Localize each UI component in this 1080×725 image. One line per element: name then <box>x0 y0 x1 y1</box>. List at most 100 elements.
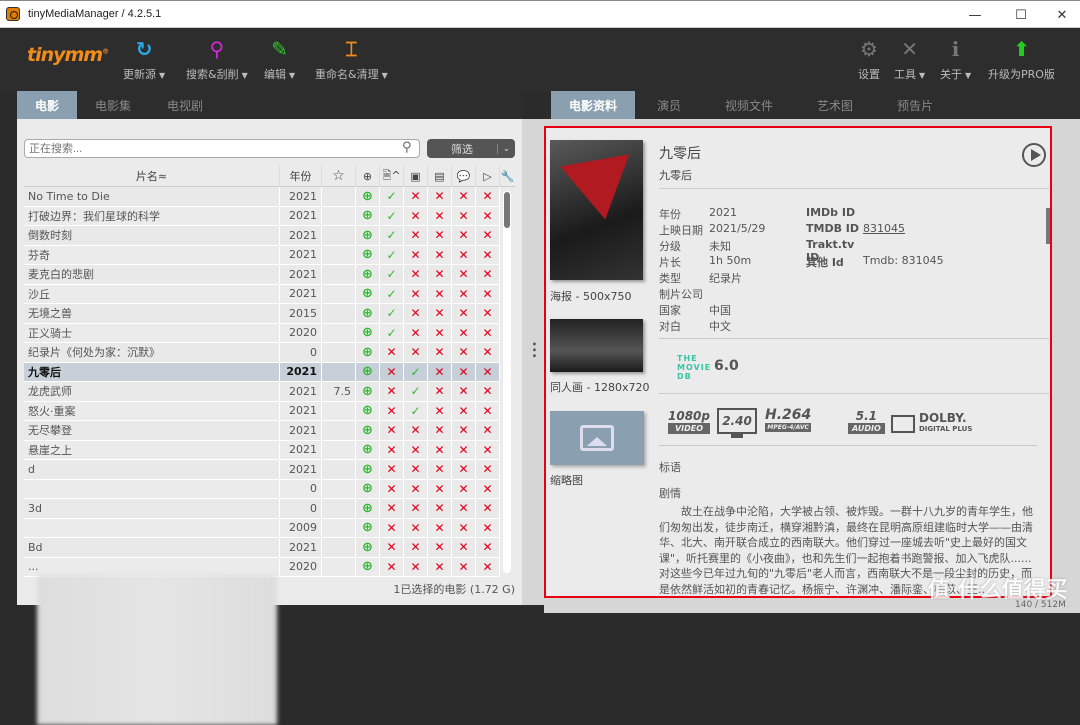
cross-icon: ✕ <box>476 284 500 303</box>
thumb-placeholder[interactable] <box>550 411 644 465</box>
cross-icon: ✕ <box>428 226 452 245</box>
table-row[interactable]: 悬崖之上 2021 ⊕ ✕ ✕ ✕ ✕ ✕ <box>24 440 500 460</box>
rating-cell <box>322 538 356 557</box>
cross-icon: ✕ <box>452 245 476 264</box>
about-button[interactable]: i 关于 ▼ <box>940 36 971 82</box>
settings-button[interactable]: ⚙ 设置 <box>858 36 880 82</box>
cross-icon: ✕ <box>452 538 476 557</box>
cross-icon: ✕ <box>452 382 476 401</box>
rating-cell <box>322 557 356 576</box>
field-value: 纪录片 <box>709 272 742 285</box>
rating-cell <box>322 440 356 459</box>
movie-title-cell: 悬崖之上 <box>24 440 280 459</box>
search-scrape-button[interactable]: ⚲ 搜索&刮削 ▼ <box>186 36 248 82</box>
detail-scrollbar[interactable] <box>1046 208 1050 244</box>
column-images-icon[interactable]: ▣ <box>404 165 428 187</box>
tab-artwork[interactable]: 艺术图 <box>795 91 875 119</box>
tab-cast[interactable]: 演员 <box>635 91 703 119</box>
maximize-button[interactable]: ☐ <box>998 1 1044 29</box>
table-row[interactable]: Bd 2021 ⊕ ✕ ✕ ✕ ✕ ✕ <box>24 538 500 558</box>
rating-cell <box>322 323 356 342</box>
play-icon[interactable] <box>1022 143 1046 167</box>
cross-icon: ✕ <box>404 206 428 225</box>
rating-value: 6.0 <box>714 358 739 374</box>
column-settings-wrench-icon[interactable]: 🔧 <box>500 165 515 187</box>
table-row[interactable]: 正义骑士 2020 ⊕ ✓ ✕ ✕ ✕ ✕ <box>24 323 500 343</box>
fanart-image[interactable] <box>550 319 643 372</box>
detail-field: 片长 1h 50m <box>659 254 751 270</box>
check-icon: ✓ <box>380 245 404 264</box>
table-row[interactable]: No Time to Die 2021 ⊕ ✓ ✕ ✕ ✕ ✕ <box>24 187 500 207</box>
rating-cell <box>322 206 356 225</box>
divider <box>659 445 1037 446</box>
movie-title-cell: 龙虎武师 <box>24 382 280 401</box>
tab-movies[interactable]: 电影 <box>17 91 78 126</box>
table-row[interactable]: 无境之兽 2015 ⊕ ✓ ✕ ✕ ✕ ✕ <box>24 304 500 324</box>
cross-icon: ✕ <box>404 538 428 557</box>
field-label: 国家 <box>659 304 681 317</box>
cross-icon: ✕ <box>404 343 428 362</box>
poster-caption: 海报 - 500x750 <box>550 290 632 303</box>
table-row[interactable]: 纪录片《何处为家：沉默》 0 ⊕ ✕ ✕ ✕ ✕ ✕ <box>24 343 500 363</box>
update-sources-button[interactable]: ↻ 更新源 ▼ <box>123 36 165 82</box>
video-codec-badge: H.264 MPEG-4/AVC <box>765 407 812 432</box>
cross-icon: ✕ <box>380 460 404 479</box>
cross-icon: ✕ <box>404 460 428 479</box>
search-icon[interactable]: ⚲ <box>402 140 412 155</box>
close-button[interactable]: ✕ <box>1044 1 1080 29</box>
table-row[interactable]: 沙丘 2021 ⊕ ✓ ✕ ✕ ✕ ✕ <box>24 284 500 304</box>
table-row[interactable]: 芬奇 2021 ⊕ ✓ ✕ ✕ ✕ ✕ <box>24 245 500 265</box>
year-cell: 2021 <box>280 206 322 225</box>
chevron-down-icon: ▼ <box>241 71 248 80</box>
tab-media-files[interactable]: 视频文件 <box>703 91 795 119</box>
table-row[interactable]: 打破边界：我们星球的科学 2021 ⊕ ✓ ✕ ✕ ✕ ✕ <box>24 206 500 226</box>
column-title[interactable]: 片名≈ <box>24 165 280 187</box>
column-nfo-icon[interactable]: 🗎^ <box>380 165 404 187</box>
upgrade-pro-button[interactable]: ⬆ 升级为PRO版 <box>988 36 1055 82</box>
chevron-down-icon[interactable]: ⌄ <box>497 143 515 154</box>
poster-image[interactable] <box>550 140 643 280</box>
tab-trailers[interactable]: 预告片 <box>875 91 955 119</box>
table-row[interactable]: 麦克白的悲剧 2021 ⊕ ✓ ✕ ✕ ✕ ✕ <box>24 265 500 285</box>
tab-tv-shows[interactable]: 电视剧 <box>149 91 221 119</box>
year-cell: 2021 <box>280 265 322 284</box>
check-icon: ✓ <box>404 382 428 401</box>
pane-splitter[interactable]: ••• <box>522 119 544 605</box>
rename-cleanup-button[interactable]: ⌶ 重命名&清理 ▼ <box>315 36 388 82</box>
table-row[interactable]: 九零后 2021 ⊕ ✕ ✓ ✕ ✕ ✕ <box>24 362 500 382</box>
table-row[interactable]: 无尽攀登 2021 ⊕ ✕ ✕ ✕ ✕ ✕ <box>24 421 500 441</box>
tmdb-id-link[interactable]: 831045 <box>863 222 905 235</box>
minimize-button[interactable]: — <box>952 1 998 29</box>
tab-movie-sets[interactable]: 电影集 <box>77 91 149 119</box>
table-row[interactable]: 3d 0 ⊕ ✕ ✕ ✕ ✕ ✕ <box>24 499 500 519</box>
tools-button[interactable]: ✕ 工具 ▼ <box>894 36 925 82</box>
cross-icon: ✕ <box>452 401 476 420</box>
column-trailer-film-icon[interactable]: ▤ <box>428 165 452 187</box>
refresh-icon: ↻ <box>135 37 153 61</box>
column-year[interactable]: 年份 <box>280 165 322 187</box>
movie-title-cell: 九零后 <box>24 362 280 381</box>
edit-button[interactable]: ✎ 编辑 ▼ <box>264 36 295 82</box>
table-row[interactable]: 倒数时刻 2021 ⊕ ✓ ✕ ✕ ✕ ✕ <box>24 226 500 246</box>
filter-button[interactable]: 筛选 ⌄ <box>427 139 515 158</box>
field-value: 中国 <box>709 304 731 317</box>
tab-movie-details[interactable]: 电影资料 <box>551 91 636 126</box>
column-new-icon[interactable]: ⊕ <box>356 165 380 187</box>
table-row[interactable]: 2009 ⊕ ✕ ✕ ✕ ✕ ✕ <box>24 518 500 538</box>
movie-title-cell: Bd <box>24 538 280 557</box>
table-row[interactable]: 0 ⊕ ✕ ✕ ✕ ✕ ✕ <box>24 479 500 499</box>
cross-icon: ✕ <box>476 460 500 479</box>
cross-icon: ✕ <box>476 518 500 537</box>
scrollbar-thumb[interactable] <box>504 192 510 228</box>
table-row[interactable]: d 2021 ⊕ ✕ ✕ ✕ ✕ ✕ <box>24 460 500 480</box>
rating-cell <box>322 187 356 206</box>
cross-icon: ✕ <box>452 499 476 518</box>
column-watched-play-icon[interactable]: ▷ <box>476 165 500 187</box>
vertical-scrollbar[interactable] <box>503 191 511 573</box>
table-row[interactable]: 龙虎武师 2021 7.5 ⊕ ✕ ✓ ✕ ✕ ✕ <box>24 382 500 402</box>
table-row[interactable]: 怒火·重案 2021 ⊕ ✕ ✓ ✕ ✕ ✕ <box>24 401 500 421</box>
search-input[interactable] <box>24 139 420 158</box>
column-rating-star-icon[interactable]: ☆ <box>322 165 356 187</box>
movie-title-cell: 倒数时刻 <box>24 226 280 245</box>
column-subtitles-icon[interactable]: 💬 <box>452 165 476 187</box>
